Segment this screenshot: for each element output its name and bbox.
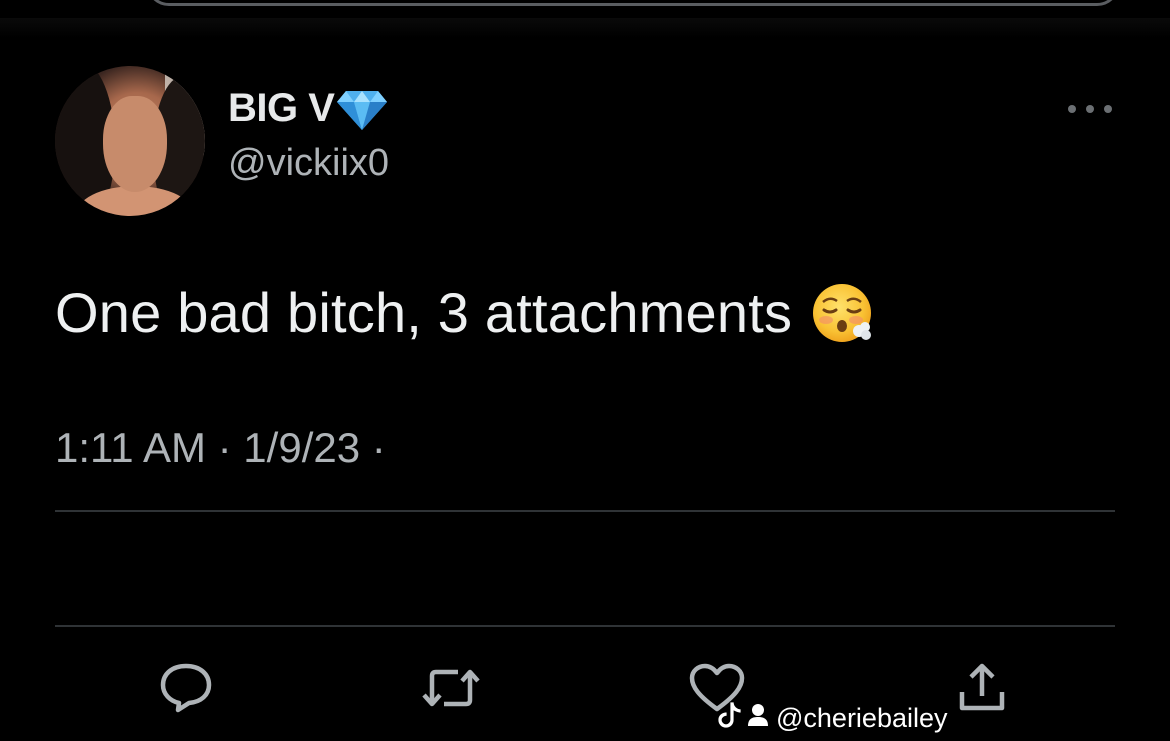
divider xyxy=(55,625,1115,627)
dot xyxy=(1086,105,1094,113)
retweet-button[interactable] xyxy=(422,660,480,716)
tweet-timestamp[interactable]: 1:11 AM · 1/9/23 · xyxy=(55,424,386,472)
display-name[interactable]: BIG V xyxy=(228,86,388,131)
divider xyxy=(55,510,1115,512)
tweet: BIG V @vickiix0 One bad bitch, 3 attachm… xyxy=(0,0,1170,741)
more-options-icon[interactable] xyxy=(1068,98,1112,120)
share-button[interactable] xyxy=(954,660,1010,716)
tweet-text: One bad bitch, 3 attachments xyxy=(55,280,874,345)
share-icon xyxy=(955,662,1009,714)
avatar-face xyxy=(103,96,167,192)
user-handle[interactable]: @vickiix0 xyxy=(228,142,389,185)
reply-icon xyxy=(158,662,214,714)
gem-stone-icon xyxy=(336,87,388,131)
reply-button[interactable] xyxy=(158,660,214,716)
tweet-text-content: One bad bitch, 3 attachments xyxy=(55,281,793,344)
tiktok-icon xyxy=(716,700,742,737)
person-icon xyxy=(748,703,768,734)
avatar[interactable] xyxy=(55,66,205,216)
face-exhaling-emoji xyxy=(812,282,874,344)
retweet-icon xyxy=(422,665,480,711)
tiktok-watermark: @cheriebailey xyxy=(716,701,948,735)
dot xyxy=(1068,105,1076,113)
dot xyxy=(1104,105,1112,113)
display-name-text: BIG V xyxy=(228,86,335,130)
watermark-username: @cheriebailey xyxy=(776,702,948,733)
